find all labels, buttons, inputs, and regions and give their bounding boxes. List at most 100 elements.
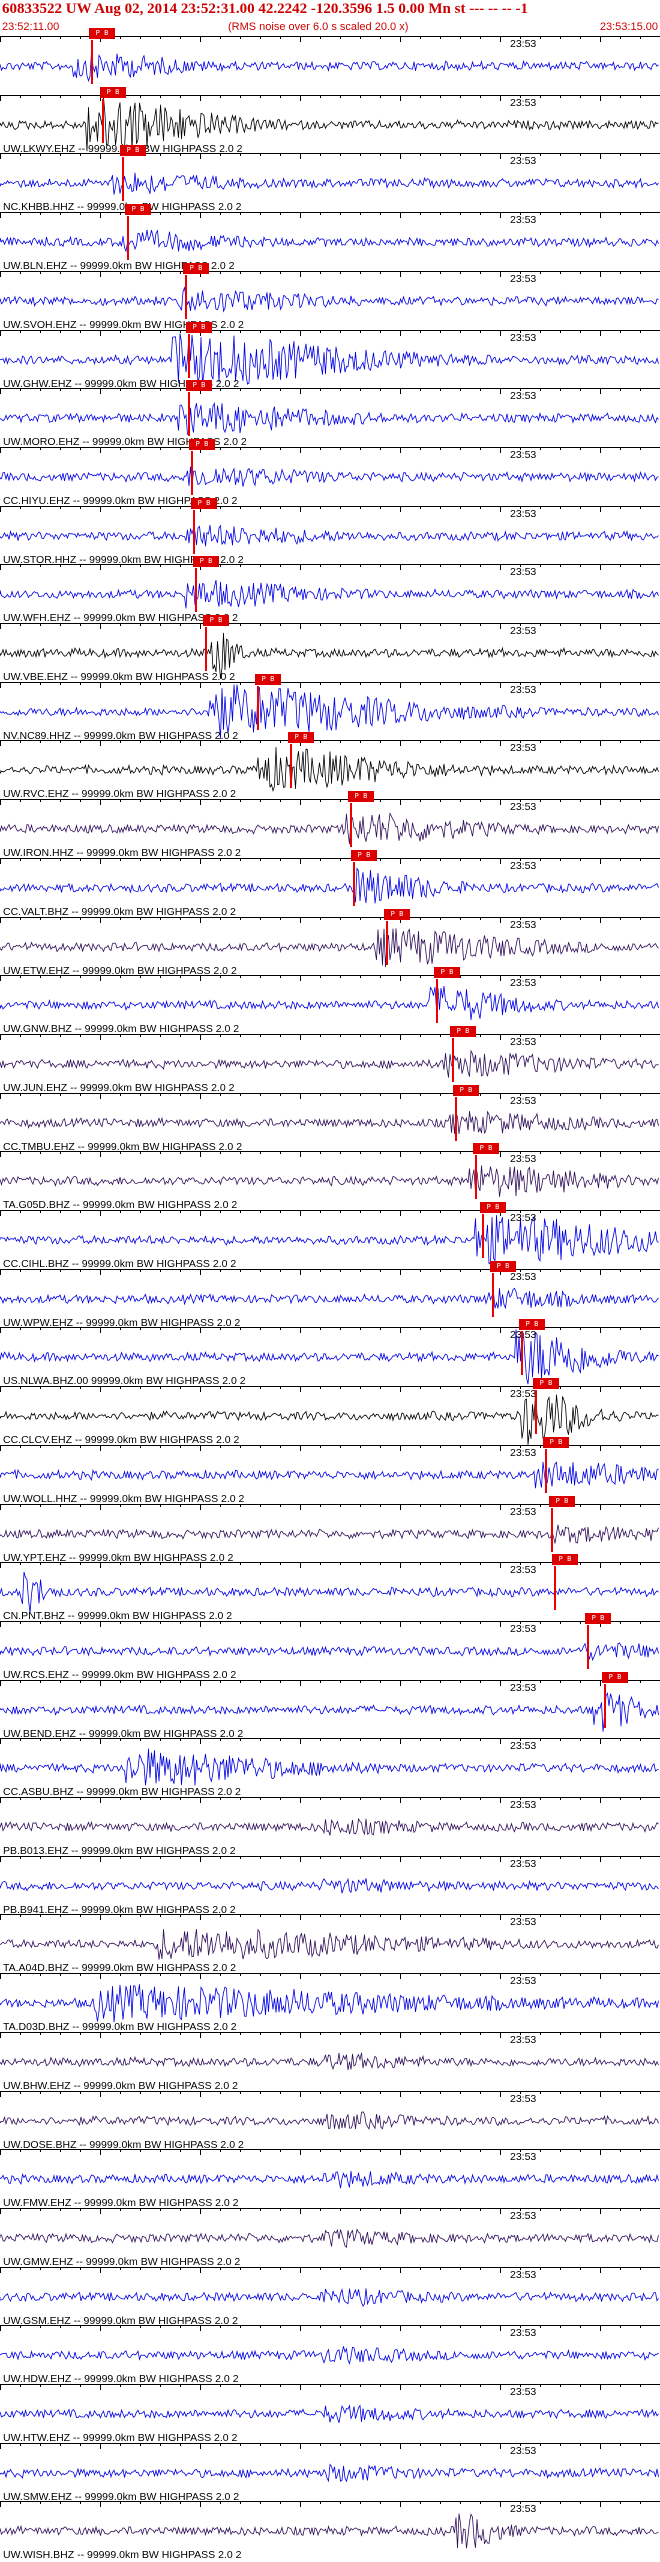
- waveform-line: [0, 333, 659, 385]
- minute-marker: 23:53: [510, 2503, 537, 2516]
- trace-row: 23:53 UW.VBE.EHZ -- 99999.0km BW HIGHPASS…: [0, 615, 660, 684]
- p-pick-flag: P B: [186, 321, 212, 333]
- p-pick-line: [492, 1272, 494, 1317]
- p-pick-line: [436, 979, 438, 1024]
- waveform-line: [0, 2463, 659, 2483]
- minute-marker: 23:53: [510, 272, 537, 285]
- trace-row: 23:53 UW.IRON.HHZ -- 99999.0km BW HIGHPAS…: [0, 791, 660, 860]
- trace-row: 23:53 UW.ETW.EHZ -- 99999.0km BW HIGHPASS…: [0, 908, 660, 978]
- p-pick-line: [188, 333, 190, 378]
- minute-marker: 23:53: [510, 2268, 537, 2281]
- p-pick-line: [122, 157, 124, 202]
- p-pick-flag: P B: [191, 497, 217, 509]
- minute-marker: 23:53: [510, 1564, 537, 1577]
- trace-row: 23:53 UW.MORO.EHZ -- 99999.0km BW HIGHPAS…: [0, 380, 660, 449]
- p-pick-line: [386, 920, 388, 965]
- p-pick-flag: P B: [120, 145, 146, 157]
- waveform-line: [0, 2287, 659, 2307]
- minute-marker: 23:53: [510, 2151, 537, 2164]
- minute-marker: 23:53: [510, 1975, 537, 1988]
- minute-marker: 23:53: [510, 1212, 537, 1224]
- trace-row: 23:53 UW.BHW.EHZ -- 99999.0km BW HIGHPASS…: [0, 2031, 660, 2093]
- waveform-line: [0, 2404, 659, 2423]
- minute-marker: 23:53: [510, 448, 537, 461]
- waveform-line: [0, 1215, 659, 1265]
- trace-waveform: [0, 36, 660, 83]
- minute-marker: 23:53: [510, 1094, 537, 1107]
- minute-marker: 23:53: [510, 507, 537, 520]
- event-title: 60833522 UW Aug 02, 2014 23:52:31.00 42.…: [2, 1, 528, 17]
- p-pick-flag: P B: [183, 262, 209, 274]
- minute-marker: 23:53: [510, 683, 537, 696]
- trace-row: 23:53 NV.NC89.HHZ -- 99999.0km BW HIGHPAS…: [0, 673, 660, 743]
- rms-note: (RMS noise over 6.0 s scaled 20.0 x): [228, 21, 409, 33]
- trace-row: 23:53 UW.RVC.EHZ -- 99999.0km BW HIGHPASS…: [0, 732, 660, 801]
- minute-marker: 23:53: [510, 214, 537, 227]
- p-pick-flag: P B: [100, 86, 126, 98]
- trace-row: 23:53 UW.WISH.BHZ -- 99999.0km BW HIGHPAS…: [0, 2501, 660, 2562]
- waveform-line: [0, 1817, 659, 1836]
- waveform-line: [0, 285, 659, 313]
- p-pick-flag: P B: [552, 1554, 578, 1566]
- p-pick-flag: P B: [473, 1143, 499, 1155]
- waveform-line: [0, 2228, 659, 2249]
- p-pick-line: [521, 1331, 523, 1376]
- p-pick-line: [554, 1566, 556, 1611]
- p-pick-line: [452, 1037, 454, 1082]
- trace-row: 23:53 UW.RCS.EHZ -- 99999.0km BW HIGHPASS…: [0, 1612, 660, 1682]
- p-pick-line: [604, 1683, 606, 1728]
- waveform-line: [0, 867, 659, 904]
- minute-marker: 23:53: [510, 1153, 537, 1166]
- station-label: UW.WISH.BHZ -- 99999.0km BW HIGHPASS 2.0…: [3, 2549, 242, 2562]
- p-pick-line: [127, 216, 129, 261]
- start-time-label: 23:52:11.00: [2, 21, 60, 33]
- minute-marker: 23:53: [510, 566, 537, 579]
- trace-row: 23:53 TA.A04D.BHZ -- 99999.0km BW HIGHPAS…: [0, 1914, 660, 1975]
- p-pick-flag: P B: [602, 1671, 628, 1683]
- p-pick-line: [545, 1448, 547, 1493]
- waveform-line: [0, 1929, 659, 1961]
- minute-marker: 23:53: [510, 1622, 537, 1635]
- waveform-line: [0, 1165, 659, 1198]
- waveform-line: [0, 52, 659, 83]
- minute-marker: 23:53: [510, 2386, 537, 2398]
- p-pick-line: [482, 1214, 484, 1258]
- minute-marker: 23:53: [510, 1270, 537, 1283]
- trace-row: 23:53 UW.HDW.EHZ -- 99999.0km BW HIGHPASS…: [0, 2325, 660, 2386]
- p-pick-line: [353, 861, 355, 906]
- waveform-line: [0, 229, 659, 253]
- p-pick-flag: P B: [519, 1319, 545, 1331]
- minute-marker: 23:53: [510, 801, 537, 814]
- waveform-line: [0, 1524, 659, 1543]
- minute-marker: 23:53: [510, 859, 537, 872]
- trace-row: 23:53 CN.PNT.BHZ -- 99999.0km BW HIGHPASS…: [0, 1554, 660, 1623]
- minute-marker: 23:53: [510, 1505, 537, 1518]
- p-pick-line: [205, 627, 207, 671]
- trace-row: 23:53 UW.LKWY.EHZ -- 99999.0km BW HIGHPAS…: [0, 86, 660, 156]
- minute-marker: 23:53: [510, 1681, 537, 1694]
- p-pick-flag: P B: [89, 28, 115, 39]
- waveform-line: [0, 1642, 659, 1662]
- minute-marker: 23:53: [510, 38, 537, 50]
- trace-row: 23:53 UW.FMW.EHZ -- 99999.0km BW HIGHPASS…: [0, 2149, 660, 2210]
- minute-marker: 23:53: [510, 2092, 537, 2105]
- p-pick-flag: P B: [450, 1025, 476, 1037]
- waveform-line: [0, 2346, 659, 2366]
- trace-row: 23:53 UW.JUN.EHZ -- 99999.0km BW HIGHPASS…: [0, 1025, 660, 1095]
- waveform-line: [0, 173, 659, 196]
- trace-row: 23:53 CC.CIHL.BHZ -- 99999.0km BW HIGHPAS…: [0, 1202, 660, 1271]
- trace-row: 23:53 UW.WPW.EHZ -- 99999.0km BW HIGHPASS…: [0, 1260, 660, 1330]
- p-pick-line: [91, 40, 93, 84]
- p-pick-line: [455, 1096, 457, 1141]
- waveform-line: [0, 986, 659, 1021]
- trace-row: 23:53 PB.B013.EHZ -- 99999.0km BW HIGHPAS…: [0, 1797, 660, 1858]
- minute-marker: 23:53: [510, 1035, 537, 1048]
- p-pick-flag: P B: [384, 908, 410, 920]
- minute-marker: 23:53: [510, 2033, 537, 2046]
- p-pick-line: [102, 98, 104, 143]
- p-pick-flag: P B: [490, 1260, 516, 1272]
- minute-marker: 23:53: [510, 2209, 537, 2222]
- trace-row: 23:53 CC.HIYU.EHZ -- 99999.0km BW HIGHPAS…: [0, 438, 660, 508]
- trace-row: 23:53 UW.BLN.EHZ -- 99999.0km BW HIGHPASS…: [0, 204, 660, 273]
- p-pick-flag: P B: [585, 1612, 611, 1624]
